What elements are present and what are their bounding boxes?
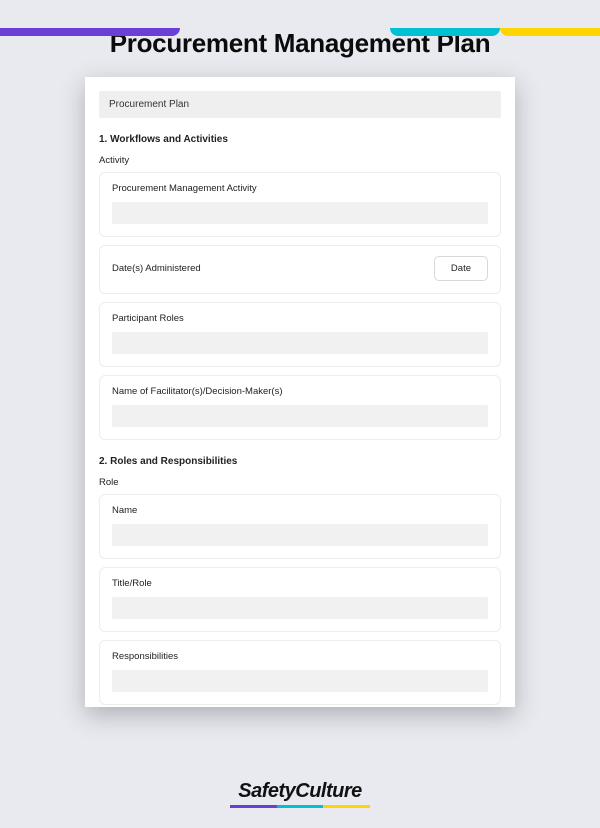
title-role-input[interactable] (112, 597, 488, 619)
field-label: Date(s) Administered (112, 263, 201, 274)
field-label: Procurement Management Activity (112, 183, 488, 194)
field-label: Name (112, 505, 488, 516)
card-facilitators: Name of Facilitator(s)/Decision-Maker(s) (99, 375, 501, 440)
card-dates-administered: Date(s) Administered Date (99, 245, 501, 294)
date-button[interactable]: Date (434, 256, 488, 281)
form-header: Procurement Plan (99, 91, 501, 118)
procurement-activity-input[interactable] (112, 202, 488, 224)
field-label: Responsibilities (112, 651, 488, 662)
responsibilities-input[interactable] (112, 670, 488, 692)
group-label-role: Role (99, 477, 501, 488)
form-sheet: Procurement Plan 1. Workflows and Activi… (85, 77, 515, 707)
card-name: Name (99, 494, 501, 559)
name-input[interactable] (112, 524, 488, 546)
card-title-role: Title/Role (99, 567, 501, 632)
field-label: Name of Facilitator(s)/Decision-Maker(s) (112, 386, 488, 397)
card-procurement-activity: Procurement Management Activity (99, 172, 501, 237)
brand-footer: SafetyCulture (0, 780, 600, 808)
brand-stripe (0, 28, 600, 36)
field-label: Title/Role (112, 578, 488, 589)
group-label-activity: Activity (99, 155, 501, 166)
field-label: Participant Roles (112, 313, 488, 324)
card-responsibilities: Responsibilities (99, 640, 501, 705)
card-participant-roles: Participant Roles (99, 302, 501, 367)
section-heading-workflows: 1. Workflows and Activities (99, 134, 501, 145)
section-heading-roles: 2. Roles and Responsibilities (99, 456, 501, 467)
brand-underline (230, 805, 370, 808)
participant-roles-input[interactable] (112, 332, 488, 354)
facilitators-input[interactable] (112, 405, 488, 427)
